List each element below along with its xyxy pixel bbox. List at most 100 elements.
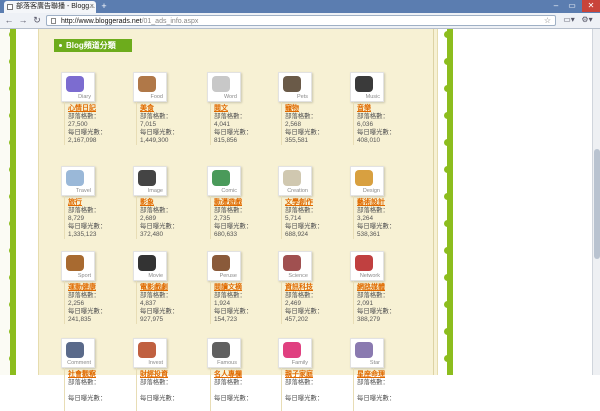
thumbnail-label: Pets <box>296 94 308 100</box>
binder-ring-icon <box>9 355 16 362</box>
category-link[interactable]: 藝術設計 <box>357 197 385 207</box>
views-label: 每日曝光數： <box>285 395 324 402</box>
minimize-button[interactable]: – <box>548 0 564 12</box>
close-window-button[interactable]: ✕ <box>582 0 600 12</box>
tools-menu-icon[interactable]: ⚙▾ <box>580 15 594 25</box>
category-link[interactable]: 網路媒體 <box>357 282 385 292</box>
category-link[interactable]: 心情日記 <box>68 103 96 113</box>
blogs-count: 2,735 <box>214 215 230 222</box>
binder-ring-icon <box>444 220 451 227</box>
new-tab-button[interactable]: + <box>98 1 110 11</box>
category-link[interactable]: 親子家庭 <box>285 369 313 379</box>
category-link[interactable]: 社會觀察 <box>68 369 96 379</box>
category-link[interactable]: 旅行 <box>68 197 82 207</box>
views-label: 每日曝光數： <box>357 129 396 136</box>
blogs-count: 2,568 <box>285 121 301 128</box>
views-count: 538,361 <box>357 231 381 238</box>
binder-ring-icon <box>444 274 451 281</box>
blogs-count: 27,500 <box>68 121 88 128</box>
category-thumbnail[interactable]: Sport <box>61 251 95 281</box>
blogs-label: 部落格數： <box>214 379 246 386</box>
category-thumbnail[interactable]: Word <box>207 72 241 102</box>
binder-ring-icon <box>444 58 451 65</box>
category-thumbnail[interactable]: Network <box>350 251 384 281</box>
forward-button[interactable]: → <box>18 15 28 25</box>
views-count: 1,335,123 <box>68 231 97 238</box>
category-thumbnail[interactable]: Diary <box>61 72 95 102</box>
blogs-count: 7,015 <box>140 121 156 128</box>
right-green-border <box>447 29 453 375</box>
scrollbar-thumb[interactable] <box>594 149 600 259</box>
bookmark-star-icon[interactable]: ☆ <box>544 15 551 26</box>
category-thumbnail[interactable]: Family <box>278 338 312 368</box>
dog-icon <box>283 76 301 92</box>
category-link[interactable]: 寵物 <box>285 103 299 113</box>
vertical-scrollbar[interactable] <box>592 29 600 375</box>
mic-icon <box>212 342 230 358</box>
category-thumbnail[interactable]: Peruse <box>207 251 241 281</box>
views-label: 每日曝光數： <box>140 129 179 136</box>
category-thumbnail[interactable]: Pets <box>278 72 312 102</box>
thumbnail-label: Word <box>223 94 237 100</box>
category-thumbnail[interactable]: Comment <box>61 338 95 368</box>
blogs-count: 4,041 <box>214 121 230 128</box>
thumbnail-label: Family <box>291 360 308 366</box>
reload-button[interactable]: ↻ <box>32 15 42 25</box>
category-link[interactable]: 閱讀文摘 <box>214 282 242 292</box>
page-menu-icon[interactable]: ▭▾ <box>562 15 576 25</box>
blogs-label: 部落格數： <box>357 207 389 214</box>
category-link[interactable]: 動漫遊戲 <box>214 197 242 207</box>
category-link[interactable]: 財經投資 <box>140 369 168 379</box>
category-link[interactable]: 音樂 <box>357 103 371 113</box>
thumbnail-label: Music <box>365 94 380 100</box>
category-thumbnail[interactable]: Travel <box>61 166 95 196</box>
browser-tab[interactable]: 部落客廣告聯播 - Blogg... × <box>4 1 96 13</box>
binder-ring-icon <box>444 85 451 92</box>
balloons-icon <box>283 342 301 358</box>
address-bar[interactable]: http://www.bloggerads.net/01_ads_info.as… <box>46 15 556 26</box>
category-thumbnail[interactable]: Comic <box>207 166 241 196</box>
views-count: 388,279 <box>357 316 381 323</box>
blogs-label: 部落格數： <box>357 113 389 120</box>
category-thumbnail[interactable]: Image <box>133 166 167 196</box>
category-thumbnail[interactable]: Science <box>278 251 312 281</box>
blogs-count: 2,469 <box>285 300 301 307</box>
thumbnail-label: Creation <box>287 188 308 194</box>
views-count: 241,835 <box>68 316 92 323</box>
category-thumbnail[interactable]: Famous <box>207 338 241 368</box>
blogs-count: 2,256 <box>68 300 84 307</box>
blogs-count: 2,091 <box>357 300 373 307</box>
views-count: 680,633 <box>214 231 238 238</box>
tab-strip: 部落客廣告聯播 - Blogg... × + – ▭ ✕ <box>0 0 600 13</box>
category-thumbnail[interactable]: Movie <box>133 251 167 281</box>
tab-close-icon[interactable]: × <box>90 1 94 13</box>
thumbnail-label: Science <box>288 273 308 279</box>
category-thumbnail[interactable]: Design <box>350 166 384 196</box>
blogs-label: 部落格數： <box>214 207 246 214</box>
category-link[interactable]: 星座命理 <box>357 369 385 379</box>
category-thumbnail[interactable]: Food <box>133 72 167 102</box>
back-button[interactable]: ← <box>4 15 14 25</box>
category-thumbnail[interactable]: Invest <box>133 338 167 368</box>
category-link[interactable]: 閱文 <box>214 103 228 113</box>
text-icon <box>212 76 230 92</box>
category-thumbnail[interactable]: Star <box>350 338 384 368</box>
category-link[interactable]: 運動健康 <box>68 282 96 292</box>
maximize-button[interactable]: ▭ <box>564 0 580 12</box>
books-icon <box>212 255 230 271</box>
views-count: 372,480 <box>140 231 164 238</box>
thumbnail-label: Diary <box>78 94 91 100</box>
category-link[interactable]: 名人專欄 <box>214 369 242 379</box>
blogs-label: 部落格數： <box>68 207 100 214</box>
views-count: 2,167,098 <box>68 137 97 144</box>
views-label: 每日曝光數： <box>357 308 396 315</box>
views-label: 每日曝光數： <box>285 223 324 230</box>
category-link[interactable]: 電影戲劇 <box>140 282 168 292</box>
category-link[interactable]: 文學創作 <box>285 197 313 207</box>
category-link[interactable]: 美食 <box>140 103 154 113</box>
category-thumbnail[interactable]: Creation <box>278 166 312 196</box>
category-link[interactable]: 資訊科技 <box>285 282 313 292</box>
binder-ring-icon <box>9 85 16 92</box>
category-thumbnail[interactable]: Music <box>350 72 384 102</box>
category-link[interactable]: 影象 <box>140 197 154 207</box>
